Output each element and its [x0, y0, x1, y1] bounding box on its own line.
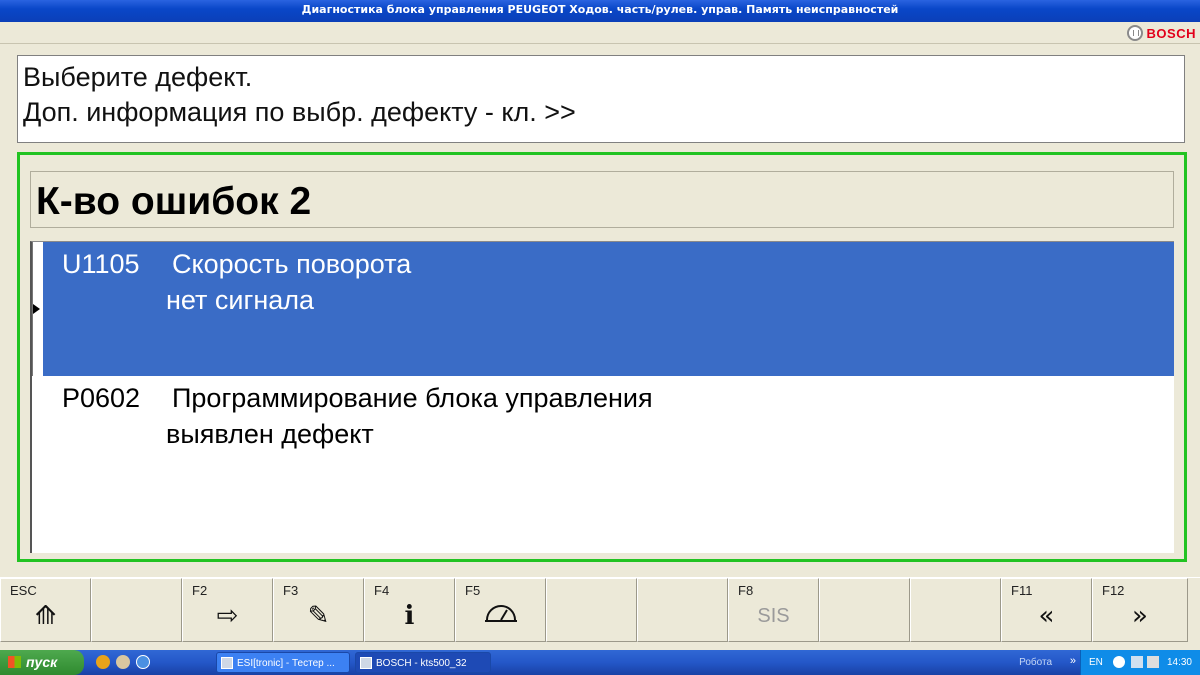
f4-key-button[interactable]: F4 i: [364, 578, 455, 642]
window-title: Диагностика блока управления PEUGEOT Ход…: [0, 0, 1200, 22]
fault-code: P0602: [62, 383, 141, 413]
empty-key-button: [637, 578, 728, 642]
fault-list[interactable]: U1105 Скорость поворота нет сигнала P060…: [30, 241, 1174, 553]
app-icon: [221, 657, 233, 669]
system-tray: EN 14:30: [1080, 650, 1200, 675]
quicklaunch-ie-icon[interactable]: [136, 655, 150, 669]
instruction-line-2: Доп. информация по выбр. дефекту - кл. >…: [23, 97, 576, 127]
empty-key-button: [910, 578, 1001, 642]
double-chevron-up-icon: ⟰: [34, 601, 57, 631]
taskbar: пуск ESI[tronic] - Тестер ... BOSCH - kt…: [0, 650, 1200, 675]
brand-name: BOSCH: [1146, 25, 1196, 41]
double-chevron-right-icon: »: [1132, 601, 1148, 631]
notepad-pen-icon: ✎: [307, 601, 330, 631]
enter-arrow-icon: ⇨: [216, 601, 239, 631]
selection-pointer-icon: [33, 304, 40, 314]
clock: 14:30: [1166, 657, 1192, 668]
brand-bar: BOSCH: [0, 22, 1200, 44]
empty-key-button: [546, 578, 637, 642]
network-icon[interactable]: [1131, 656, 1143, 668]
instruction-box: Выберите дефект. Доп. информация по выбр…: [17, 55, 1185, 143]
fault-status: выявлен дефект: [166, 419, 374, 449]
quicklaunch-icon[interactable]: [116, 655, 130, 669]
fault-count-label: К-во ошибок 2: [36, 180, 312, 223]
bosch-logo: BOSCH: [1126, 25, 1196, 41]
fault-row[interactable]: P0602 Программирование блока управления …: [32, 376, 1174, 506]
start-button[interactable]: пуск: [0, 650, 84, 675]
fault-code: U1105: [62, 249, 140, 279]
fault-row-selected[interactable]: U1105 Скорость поворота нет сигнала: [32, 242, 1174, 376]
f5-key-button[interactable]: F5: [455, 578, 546, 642]
toolbar-label[interactable]: Робота: [1019, 657, 1052, 668]
chevron-right-icon[interactable]: »: [1070, 655, 1076, 667]
f3-key-button[interactable]: F3 ✎: [273, 578, 364, 642]
double-chevron-left-icon: «: [1038, 601, 1055, 631]
fault-status: нет сигнала: [166, 285, 315, 315]
bosch-armature-icon: [1126, 25, 1143, 41]
app-icon: [360, 657, 372, 669]
info-icon: i: [404, 601, 415, 631]
f8-key-button[interactable]: F8 SIS: [728, 578, 819, 642]
fault-description: Скорость поворота: [172, 249, 412, 279]
windows-flag-icon: [8, 656, 21, 668]
fault-description: Программирование блока управления: [172, 383, 653, 413]
empty-key-button: [91, 578, 182, 642]
sis-label: SIS: [757, 605, 790, 627]
empty-key-button: [819, 578, 910, 642]
esc-key-button[interactable]: ESC ⟰: [0, 578, 91, 642]
instruction-line-1: Выберите дефект.: [23, 62, 253, 92]
taskbar-item-esitronic[interactable]: ESI[tronic] - Тестер ...: [216, 652, 350, 673]
f11-key-button[interactable]: F11 «: [1001, 578, 1092, 642]
volume-icon[interactable]: [1147, 656, 1159, 668]
start-label: пуск: [26, 654, 58, 670]
function-key-bar: ESC ⟰ F2 ⇨ F3 ✎ F4 i F5 F8 SIS F11 « F12: [0, 577, 1200, 642]
language-indicator[interactable]: EN: [1089, 657, 1103, 668]
measurement-gauge-icon: [456, 601, 545, 631]
quicklaunch-icon[interactable]: [96, 655, 110, 669]
fault-list-panel: К-во ошибок 2 U1105 Скорость поворота не…: [17, 152, 1187, 562]
f2-key-button[interactable]: F2 ⇨: [182, 578, 273, 642]
f12-key-button[interactable]: F12 »: [1092, 578, 1188, 642]
tray-arrow-icon[interactable]: [1113, 656, 1125, 668]
taskbar-item-bosch[interactable]: BOSCH - kts500_32: [355, 652, 491, 673]
fault-count-header: К-во ошибок 2: [30, 171, 1174, 228]
gauge-icon: [484, 605, 517, 622]
